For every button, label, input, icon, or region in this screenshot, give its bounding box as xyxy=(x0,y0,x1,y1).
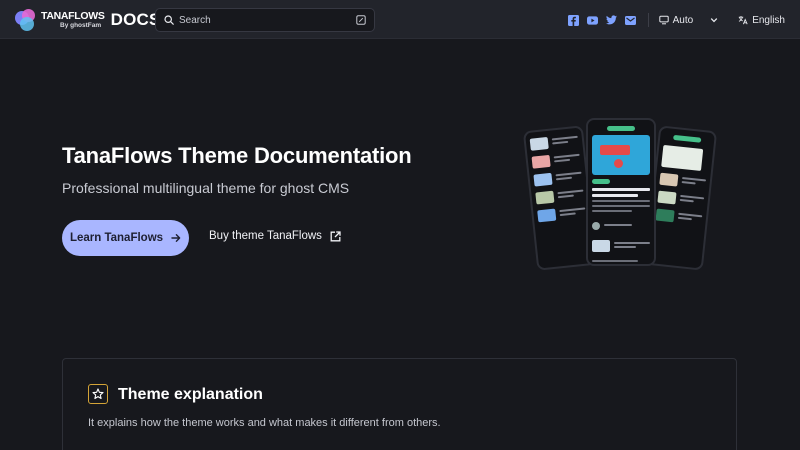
language-select[interactable]: English xyxy=(738,15,785,26)
twitter-link[interactable] xyxy=(605,15,617,26)
brand-name: TANAFLOWS xyxy=(41,10,105,22)
phone-mockup-center xyxy=(586,118,656,266)
theme-preview-illustration xyxy=(520,118,720,288)
page-subtitle: Professional multilingual theme for ghos… xyxy=(62,180,350,196)
learn-tanaflows-button[interactable]: Learn TanaFlows xyxy=(62,220,189,256)
keyboard-shortcut-icon xyxy=(356,15,366,25)
translate-icon xyxy=(738,16,748,25)
theme-mode-select[interactable]: Auto xyxy=(658,14,719,26)
tanaflows-logo-icon xyxy=(15,9,37,31)
search-box[interactable]: Search xyxy=(155,8,375,32)
theme-explanation-card[interactable]: Theme explanation It explains how the th… xyxy=(62,358,737,450)
navbar-actions: Auto English xyxy=(567,12,785,28)
buy-theme-label: Buy theme TanaFlows xyxy=(209,230,322,242)
youtube-icon xyxy=(586,15,598,25)
page-title: TanaFlows Theme Documentation xyxy=(62,143,412,168)
brand-docs-label: DOCS xyxy=(110,10,161,29)
theme-mode-value: Auto xyxy=(672,14,694,26)
youtube-link[interactable] xyxy=(586,15,598,26)
monitor-icon xyxy=(658,15,669,25)
learn-tanaflows-label: Learn TanaFlows xyxy=(69,232,164,244)
twitter-icon xyxy=(605,15,617,25)
card-description: It explains how the theme works and what… xyxy=(88,417,441,429)
facebook-link[interactable] xyxy=(567,14,579,26)
brand-logo-link[interactable]: TANAFLOWS By ghostFam DOCS xyxy=(15,8,161,32)
email-link[interactable] xyxy=(624,15,636,26)
brand-text: TANAFLOWS By ghostFam xyxy=(41,11,105,29)
search-placeholder: Search xyxy=(179,14,211,26)
facebook-icon xyxy=(567,14,579,26)
navbar-divider xyxy=(647,13,649,27)
language-value: English xyxy=(752,14,785,26)
search-icon xyxy=(164,15,174,25)
top-navbar: TANAFLOWS By ghostFam DOCS Search Auto E… xyxy=(0,0,800,39)
arrow-right-icon xyxy=(171,234,181,242)
star-icon xyxy=(88,384,108,404)
email-icon xyxy=(624,15,636,25)
brand-byline: By ghostFam xyxy=(60,21,102,29)
external-link-icon xyxy=(330,230,341,241)
chevron-down-icon xyxy=(710,18,718,23)
card-title: Theme explanation xyxy=(118,386,263,403)
buy-theme-link[interactable]: Buy theme TanaFlows xyxy=(209,230,341,242)
